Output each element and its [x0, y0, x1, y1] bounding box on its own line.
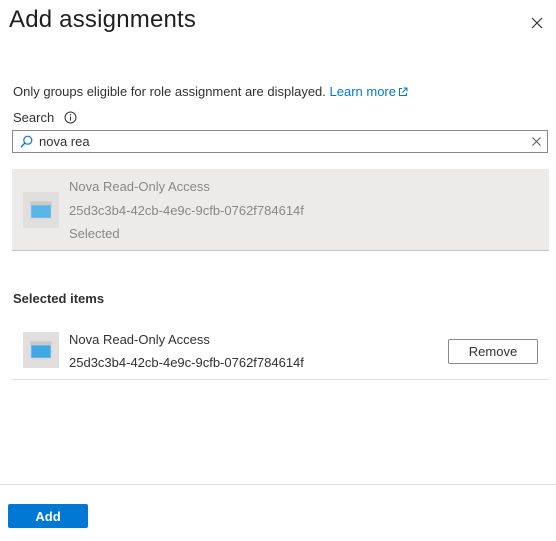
search-result-item[interactable]: Nova Read-Only Access 25d3c3b4-42cb-4e9c… — [12, 169, 549, 251]
learn-more-label: Learn more — [329, 84, 396, 99]
search-label: Search — [13, 110, 77, 125]
external-link-icon — [399, 87, 408, 96]
search-label-text: Search — [13, 110, 55, 125]
result-name: Nova Read-Only Access — [69, 179, 210, 194]
group-icon — [23, 332, 59, 368]
result-status: Selected — [69, 226, 120, 241]
search-box[interactable] — [12, 130, 548, 153]
footer-divider — [0, 484, 556, 485]
panel-title: Add assignments — [9, 6, 197, 33]
selected-item-id: 25d3c3b4-42cb-4e9c-9cfb-0762f784614f — [69, 355, 304, 370]
info-icon[interactable] — [64, 111, 77, 124]
info-text: Only groups eligible for role assignment… — [13, 84, 326, 99]
clear-search-button[interactable] — [525, 131, 547, 152]
selected-items-heading: Selected items — [13, 291, 105, 306]
add-button[interactable]: Add — [8, 504, 88, 528]
close-icon — [531, 17, 543, 29]
search-icon — [13, 135, 35, 148]
remove-button[interactable]: Remove — [448, 339, 538, 364]
close-button[interactable] — [526, 12, 548, 34]
info-message: Only groups eligible for role assignment… — [13, 84, 408, 99]
result-id: 25d3c3b4-42cb-4e9c-9cfb-0762f784614f — [69, 203, 304, 218]
search-input[interactable] — [35, 131, 525, 152]
group-icon — [23, 192, 59, 228]
selected-item-row: Nova Read-Only Access 25d3c3b4-42cb-4e9c… — [12, 322, 549, 380]
selected-item-name: Nova Read-Only Access — [69, 332, 210, 347]
learn-more-link[interactable]: Learn more — [330, 84, 408, 99]
clear-icon — [531, 137, 541, 146]
